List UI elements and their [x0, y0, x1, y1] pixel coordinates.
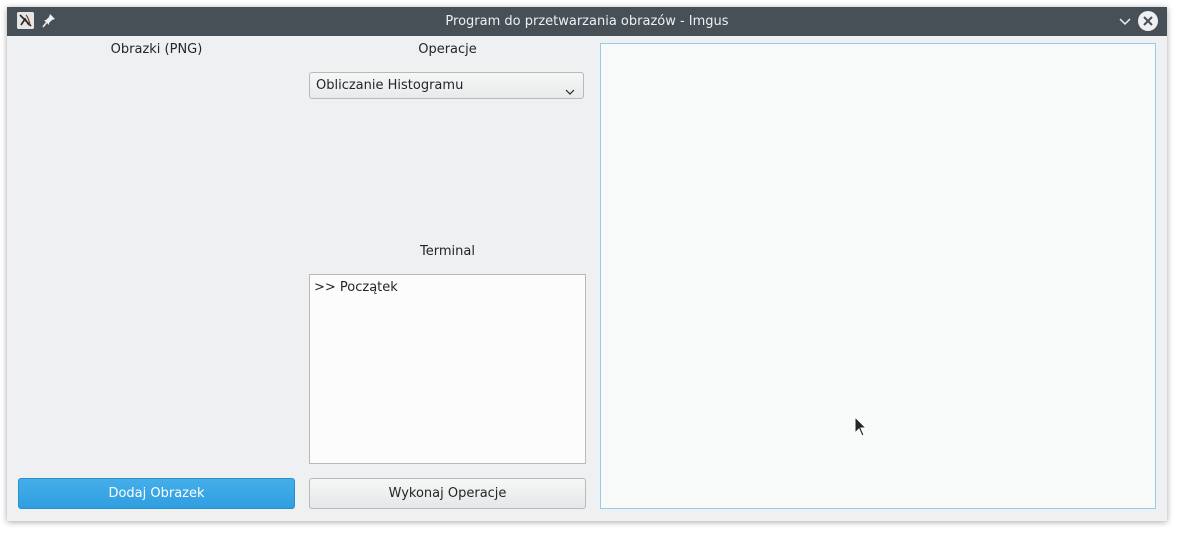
chevron-down-icon [565, 81, 575, 95]
title-bar[interactable]: Program do przetwarzania obrazów - Imgus [7, 7, 1167, 36]
main-window: Program do przetwarzania obrazów - Imgus… [7, 7, 1167, 521]
terminal-output[interactable]: >> Początek [309, 274, 586, 464]
operations-heading: Operacje [418, 42, 477, 57]
window-title: Program do przetwarzania obrazów - Imgus [445, 14, 729, 29]
terminal-heading: Terminal [420, 244, 475, 259]
close-icon[interactable] [1138, 11, 1158, 31]
add-image-button[interactable]: Dodaj Obrazek [18, 478, 295, 509]
execute-operation-button[interactable]: Wykonaj Operacje [309, 478, 586, 509]
mouse-cursor-icon [854, 415, 868, 438]
minimize-icon[interactable] [1117, 14, 1133, 30]
images-heading: Obrazki (PNG) [110, 42, 203, 57]
operation-select[interactable]: Obliczanie Histogramu [309, 72, 584, 99]
operation-select-value: Obliczanie Histogramu [316, 78, 464, 93]
image-preview[interactable] [600, 43, 1156, 509]
terminal-line: >> Początek [314, 280, 398, 295]
